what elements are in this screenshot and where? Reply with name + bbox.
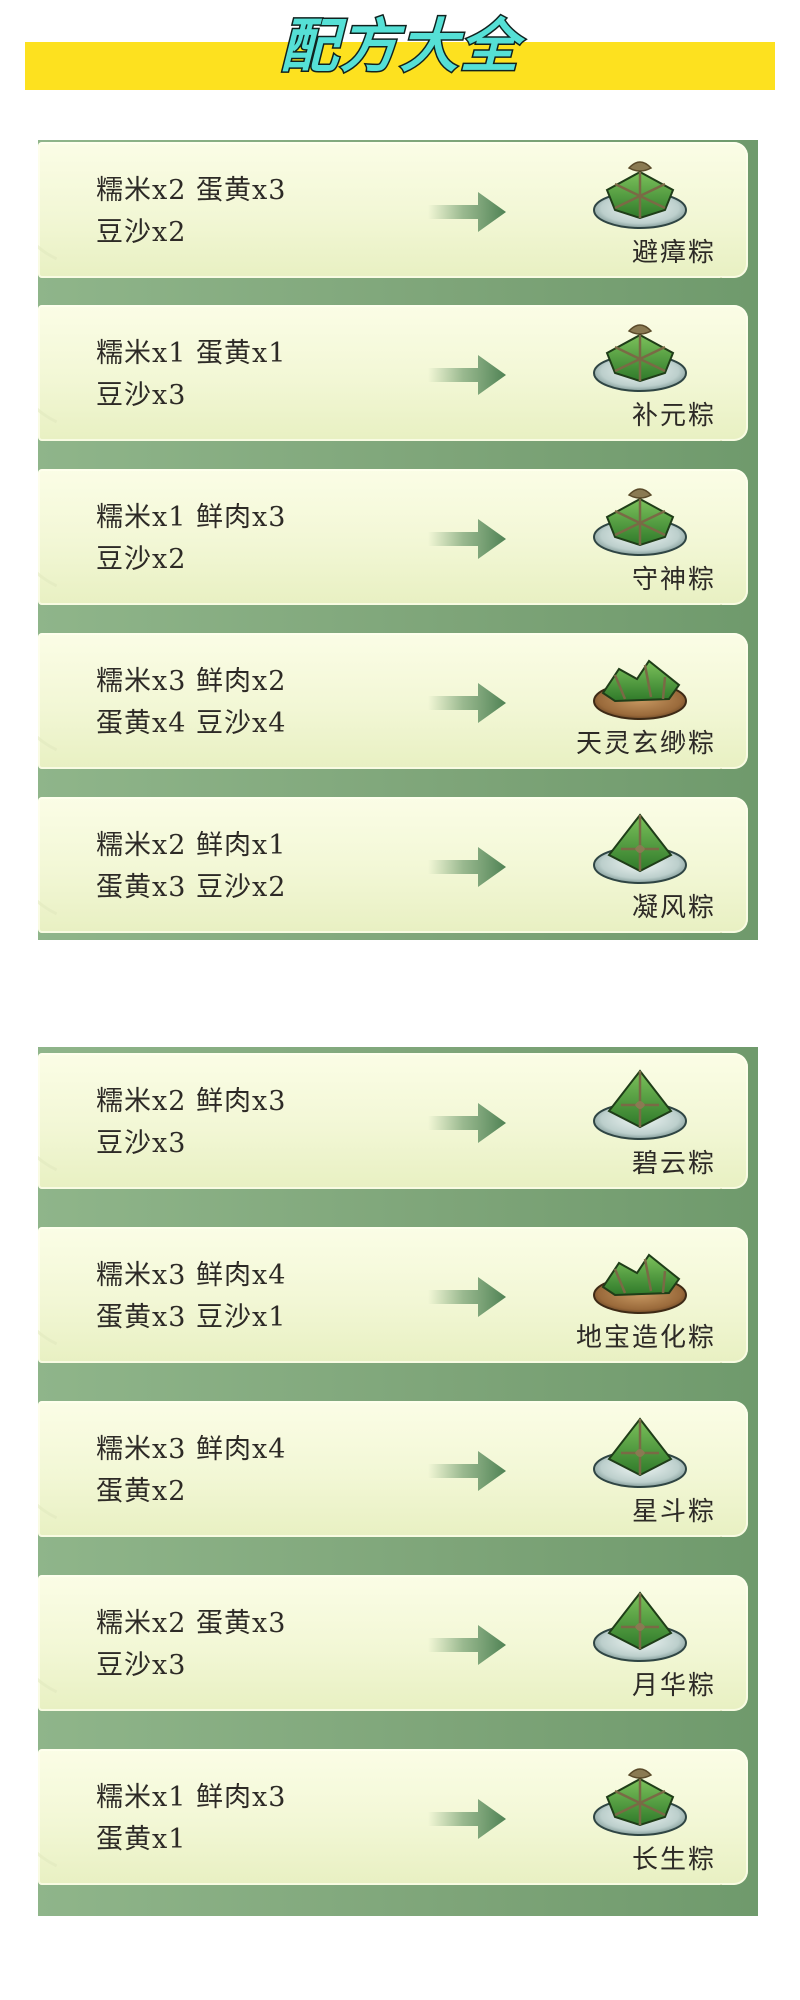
zongzi-icon bbox=[585, 477, 695, 559]
recipe-row: 糯米x1 蛋黄x1 豆沙x3 补元粽 bbox=[38, 305, 748, 441]
zongzi-name: 碧云粽 bbox=[631, 1149, 716, 1179]
ingredients-line-2: 蛋黄x4 豆沙x4 bbox=[96, 708, 287, 739]
ingredients-line-2: 蛋黄x3 豆沙x2 bbox=[96, 872, 287, 903]
ingredients-line-1: 糯米x1 鲜肉x3 bbox=[96, 1782, 287, 1813]
ingredients-line-1: 糯米x3 鲜肉x4 bbox=[96, 1434, 287, 1465]
recipe-row: 糯米x3 鲜肉x2 蛋黄x4 豆沙x4 天灵玄缈粽 bbox=[38, 633, 748, 769]
ingredients-line-2: 豆沙x3 bbox=[96, 380, 187, 411]
ingredients-line-2: 豆沙x2 bbox=[96, 217, 187, 248]
arrow-right-icon bbox=[428, 1277, 506, 1317]
arrow-right-icon bbox=[428, 1625, 506, 1665]
ingredients-line-1: 糯米x3 鲜肉x2 bbox=[96, 666, 287, 697]
ingredients-line-1: 糯米x2 鲜肉x3 bbox=[96, 1086, 287, 1117]
recipe-row: 糯米x3 鲜肉x4 蛋黄x3 豆沙x1 地宝造化粽 bbox=[38, 1227, 748, 1363]
arrow-right-icon bbox=[428, 355, 506, 395]
zongzi-name: 地宝造化粽 bbox=[575, 1323, 716, 1353]
zongzi-icon bbox=[585, 313, 695, 395]
arrow-right-icon bbox=[428, 847, 506, 887]
page-title: 配方大全 bbox=[278, 11, 520, 82]
recipe-row: 糯米x1 鲜肉x3 豆沙x2 守神粽 bbox=[38, 469, 748, 605]
recipe-panel-2: 糯米x2 鲜肉x3 豆沙x3 碧云粽 糯米x3 鲜肉x4 蛋黄x3 豆沙x1 地宝造化粽糯… bbox=[38, 1047, 758, 1916]
ingredients-line-2: 蛋黄x3 豆沙x1 bbox=[96, 1302, 287, 1333]
zongzi-name: 补元粽 bbox=[631, 401, 716, 431]
ingredients-line-2: 蛋黄x2 bbox=[96, 1476, 187, 1507]
arrow-right-icon bbox=[428, 683, 506, 723]
recipe-row: 糯米x2 蛋黄x3 豆沙x2 避瘴粽 bbox=[38, 142, 748, 278]
zongzi-name: 避瘴粽 bbox=[631, 238, 716, 268]
recipe-row: 糯米x1 鲜肉x3 蛋黄x1 长生粽 bbox=[38, 1749, 748, 1885]
ingredients-line-1: 糯米x3 鲜肉x4 bbox=[96, 1260, 287, 1291]
zongzi-name: 凝风粽 bbox=[631, 893, 716, 923]
zongzi-name: 天灵玄缈粽 bbox=[575, 729, 716, 759]
ingredients-line-2: 豆沙x3 bbox=[96, 1650, 187, 1681]
ingredients-line-1: 糯米x1 蛋黄x1 bbox=[96, 338, 287, 369]
recipe-row: 糯米x3 鲜肉x4 蛋黄x2 星斗粽 bbox=[38, 1401, 748, 1537]
ingredients-line-1: 糯米x1 鲜肉x3 bbox=[96, 502, 287, 533]
zongzi-icon bbox=[585, 1583, 695, 1665]
zongzi-name: 月华粽 bbox=[631, 1671, 716, 1701]
arrow-right-icon bbox=[428, 1799, 506, 1839]
recipe-row: 糯米x2 蛋黄x3 豆沙x3 月华粽 bbox=[38, 1575, 748, 1711]
zongzi-name: 守神粽 bbox=[631, 565, 716, 595]
zongzi-icon bbox=[585, 150, 695, 232]
zongzi-icon bbox=[585, 805, 695, 887]
arrow-right-icon bbox=[428, 192, 506, 232]
arrow-right-icon bbox=[428, 1103, 506, 1143]
ingredients-line-1: 糯米x2 蛋黄x3 bbox=[96, 1608, 287, 1639]
zongzi-icon bbox=[585, 641, 695, 723]
zongzi-icon bbox=[585, 1235, 695, 1317]
ingredients-line-2: 豆沙x2 bbox=[96, 544, 187, 575]
arrow-right-icon bbox=[428, 519, 506, 559]
ingredients-line-1: 糯米x2 鲜肉x1 bbox=[96, 830, 287, 861]
zongzi-icon bbox=[585, 1061, 695, 1143]
arrow-right-icon bbox=[428, 1451, 506, 1491]
ingredients-line-2: 豆沙x3 bbox=[96, 1128, 187, 1159]
recipe-row: 糯米x2 鲜肉x1 蛋黄x3 豆沙x2 凝风粽 bbox=[38, 797, 748, 933]
ingredients-line-2: 蛋黄x1 bbox=[96, 1824, 187, 1855]
recipe-row: 糯米x2 鲜肉x3 豆沙x3 碧云粽 bbox=[38, 1053, 748, 1189]
zongzi-icon bbox=[585, 1409, 695, 1491]
zongzi-name: 星斗粽 bbox=[631, 1497, 716, 1527]
zongzi-icon bbox=[585, 1757, 695, 1839]
zongzi-name: 长生粽 bbox=[631, 1845, 716, 1875]
recipe-panel-1: 糯米x2 蛋黄x3 豆沙x2 避瘴粽糯米x1 蛋黄x1 豆沙x3 补元粽糯米x1 鲜肉x… bbox=[38, 140, 758, 940]
ingredients-line-1: 糯米x2 蛋黄x3 bbox=[96, 175, 287, 206]
